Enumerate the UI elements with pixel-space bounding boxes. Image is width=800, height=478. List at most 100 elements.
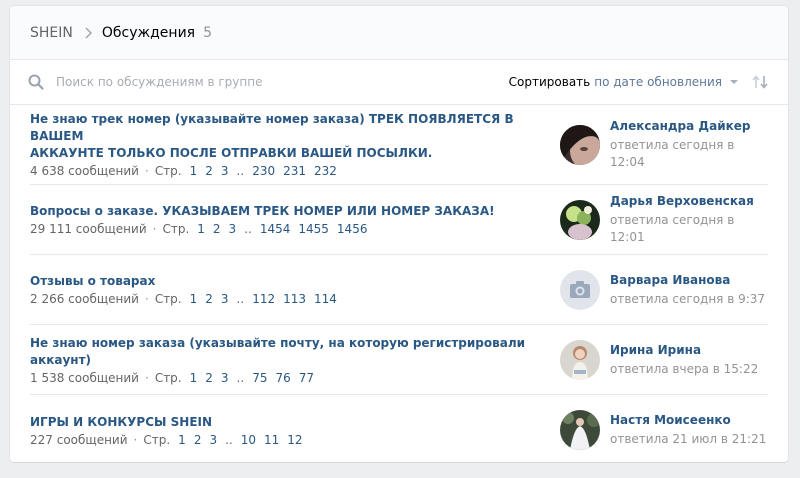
pages-ellipsis: .. — [236, 292, 245, 306]
topic-row[interactable]: Не знаю трек номер (указывайте номер зак… — [30, 105, 768, 185]
topic-row[interactable]: Вопросы о заказе. УКАЗЫВАЕМ ТРЕК НОМЕР И… — [30, 185, 768, 255]
message-count: 29 111 сообщений — [30, 222, 147, 236]
sort-label: Сортировать — [508, 75, 591, 89]
page-link[interactable]: 2 — [205, 164, 213, 178]
page-link[interactable]: 112 — [252, 292, 275, 306]
page-link[interactable]: 1454 — [260, 222, 291, 236]
sort-dropdown[interactable]: по дате обновления — [594, 75, 722, 89]
avatar[interactable] — [560, 124, 600, 165]
page-link[interactable]: 2 — [205, 371, 213, 385]
last-reply-author[interactable]: Дарья Верховенская — [610, 193, 768, 210]
page-link[interactable]: 1 — [178, 433, 186, 447]
topic-list: Не знаю трек номер (указывайте номер зак… — [10, 105, 788, 462]
avatar[interactable] — [560, 199, 600, 240]
sort-control: Сортировать по дате обновления — [509, 75, 770, 89]
topic-title-link[interactable]: Не знаю трек номер (указывайте номер зак… — [30, 111, 550, 162]
topic-title-link[interactable]: Не знаю номер заказа (указывайте почту, … — [30, 335, 550, 369]
last-reply: Варвара Иванова ответила сегодня в 9:37 — [560, 269, 765, 310]
chevron-right-icon — [85, 26, 92, 39]
search-icon — [28, 74, 44, 90]
last-reply: Дарья Верховенская ответила сегодня в 12… — [560, 193, 768, 246]
page-link[interactable]: 12 — [287, 433, 302, 447]
page-link[interactable]: 1456 — [337, 222, 368, 236]
page-link[interactable]: 3 — [221, 164, 229, 178]
page-link[interactable]: 231 — [283, 164, 306, 178]
camera-icon — [560, 269, 600, 310]
last-reply: Ирина Ирина ответила вчера в 15:22 — [560, 339, 758, 380]
page-link[interactable]: 76 — [275, 371, 290, 385]
last-reply-time[interactable]: ответила сегодня в 12:01 — [610, 212, 768, 246]
breadcrumb: SHEIN Обсуждения 5 — [10, 6, 788, 60]
last-reply-time[interactable]: ответила сегодня в 12:04 — [610, 137, 768, 171]
topic-title-link[interactable]: Отзывы о товарах — [30, 273, 550, 290]
topic-row[interactable]: Отзывы о товарах 2 266 сообщений · Стр. … — [30, 255, 768, 325]
chevron-down-icon[interactable] — [730, 80, 738, 84]
sort-order-toggle-icon[interactable] — [752, 75, 770, 89]
page-link[interactable]: 230 — [252, 164, 275, 178]
last-reply-time[interactable]: ответила 21 июл в 21:21 — [610, 431, 766, 448]
topic-meta: 1 538 сообщений · Стр. 1 2 3 .. 75 76 77 — [30, 371, 550, 385]
page-link[interactable]: 10 — [241, 433, 256, 447]
topic-main: Отзывы о товарах 2 266 сообщений · Стр. … — [30, 273, 550, 306]
page-link[interactable]: 1 — [190, 164, 198, 178]
last-reply-info: Дарья Верховенская ответила сегодня в 12… — [610, 193, 768, 246]
page-link[interactable]: 2 — [194, 433, 202, 447]
last-reply-author[interactable]: Настя Моисеенко — [610, 412, 766, 429]
page-link[interactable]: 3 — [221, 371, 229, 385]
separator: · — [144, 370, 149, 385]
page-link[interactable]: 114 — [314, 292, 337, 306]
page-link[interactable]: 3 — [209, 433, 217, 447]
message-count: 2 266 сообщений — [30, 292, 139, 306]
pages-label: Стр. — [143, 432, 171, 447]
last-reply: Александра Дайкер ответила сегодня в 12:… — [560, 118, 768, 171]
separator: · — [133, 432, 138, 447]
last-reply-author[interactable]: Александра Дайкер — [610, 118, 768, 135]
page-link[interactable]: 1 — [190, 292, 198, 306]
topic-main: ИГРЫ И КОНКУРСЫ SHEIN 227 сообщений · Ст… — [30, 414, 550, 447]
topic-main: Вопросы о заказе. УКАЗЫВАЕМ ТРЕК НОМЕР И… — [30, 203, 550, 236]
message-count: 4 638 сообщений — [30, 164, 139, 178]
last-reply: Настя Моисеенко ответила 21 июл в 21:21 — [560, 410, 766, 450]
pages-label: Стр. — [154, 370, 182, 385]
topic-row[interactable]: ИГРЫ И КОНКУРСЫ SHEIN 227 сообщений · Ст… — [30, 395, 768, 462]
topic-title-link[interactable]: ИГРЫ И КОНКУРСЫ SHEIN — [30, 414, 550, 431]
page-link[interactable]: 1455 — [298, 222, 329, 236]
pages-ellipsis: .. — [236, 164, 245, 178]
topic-meta: 4 638 сообщений · Стр. 1 2 3 .. 230 231 … — [30, 164, 550, 178]
topic-main: Не знаю трек номер (указывайте номер зак… — [30, 111, 550, 178]
breadcrumb-group-link[interactable]: SHEIN — [30, 25, 73, 41]
topic-title-link[interactable]: Вопросы о заказе. УКАЗЫВАЕМ ТРЕК НОМЕР И… — [30, 203, 550, 220]
separator: · — [144, 292, 149, 306]
page-link[interactable]: 1 — [197, 222, 205, 236]
last-reply-author[interactable]: Варвара Иванова — [610, 272, 765, 289]
page-link[interactable]: 232 — [314, 164, 337, 178]
search-input[interactable] — [56, 75, 356, 89]
pages-label: Стр. — [154, 164, 182, 178]
search-bar: Сортировать по дате обновления — [10, 60, 788, 105]
pages-ellipsis: .. — [236, 370, 245, 385]
last-reply-info: Ирина Ирина ответила вчера в 15:22 — [610, 342, 758, 378]
topic-count: 5 — [203, 24, 213, 41]
avatar[interactable] — [560, 410, 600, 450]
page-link[interactable]: 11 — [264, 433, 279, 447]
last-reply-time[interactable]: ответила сегодня в 9:37 — [610, 291, 765, 308]
last-reply-author[interactable]: Ирина Ирина — [610, 342, 758, 359]
avatar[interactable] — [560, 339, 600, 380]
last-reply-time[interactable]: ответила вчера в 15:22 — [610, 361, 758, 378]
pages-ellipsis: .. — [244, 222, 252, 236]
topic-title-line: АККАУНТЕ ТОЛЬКО ПОСЛЕ ОТПРАВКИ ВАШЕЙ ПОС… — [30, 146, 433, 160]
page-link[interactable]: 77 — [299, 371, 314, 385]
page-link[interactable]: 1 — [190, 371, 198, 385]
page-link[interactable]: 75 — [252, 371, 267, 385]
page-link[interactable]: 3 — [229, 222, 237, 236]
page-link[interactable]: 2 — [213, 222, 221, 236]
pages-label: Стр. — [154, 292, 182, 306]
page-link[interactable]: 113 — [283, 292, 306, 306]
page-link[interactable]: 3 — [221, 292, 229, 306]
topic-meta: 2 266 сообщений · Стр. 1 2 3 .. 112 113 … — [30, 292, 550, 306]
avatar-camera-placeholder[interactable] — [560, 269, 600, 310]
last-reply-info: Настя Моисеенко ответила 21 июл в 21:21 — [610, 412, 766, 448]
topic-row[interactable]: Не знаю номер заказа (указывайте почту, … — [30, 325, 768, 395]
page-link[interactable]: 2 — [205, 292, 213, 306]
last-reply-info: Варвара Иванова ответила сегодня в 9:37 — [610, 272, 765, 308]
